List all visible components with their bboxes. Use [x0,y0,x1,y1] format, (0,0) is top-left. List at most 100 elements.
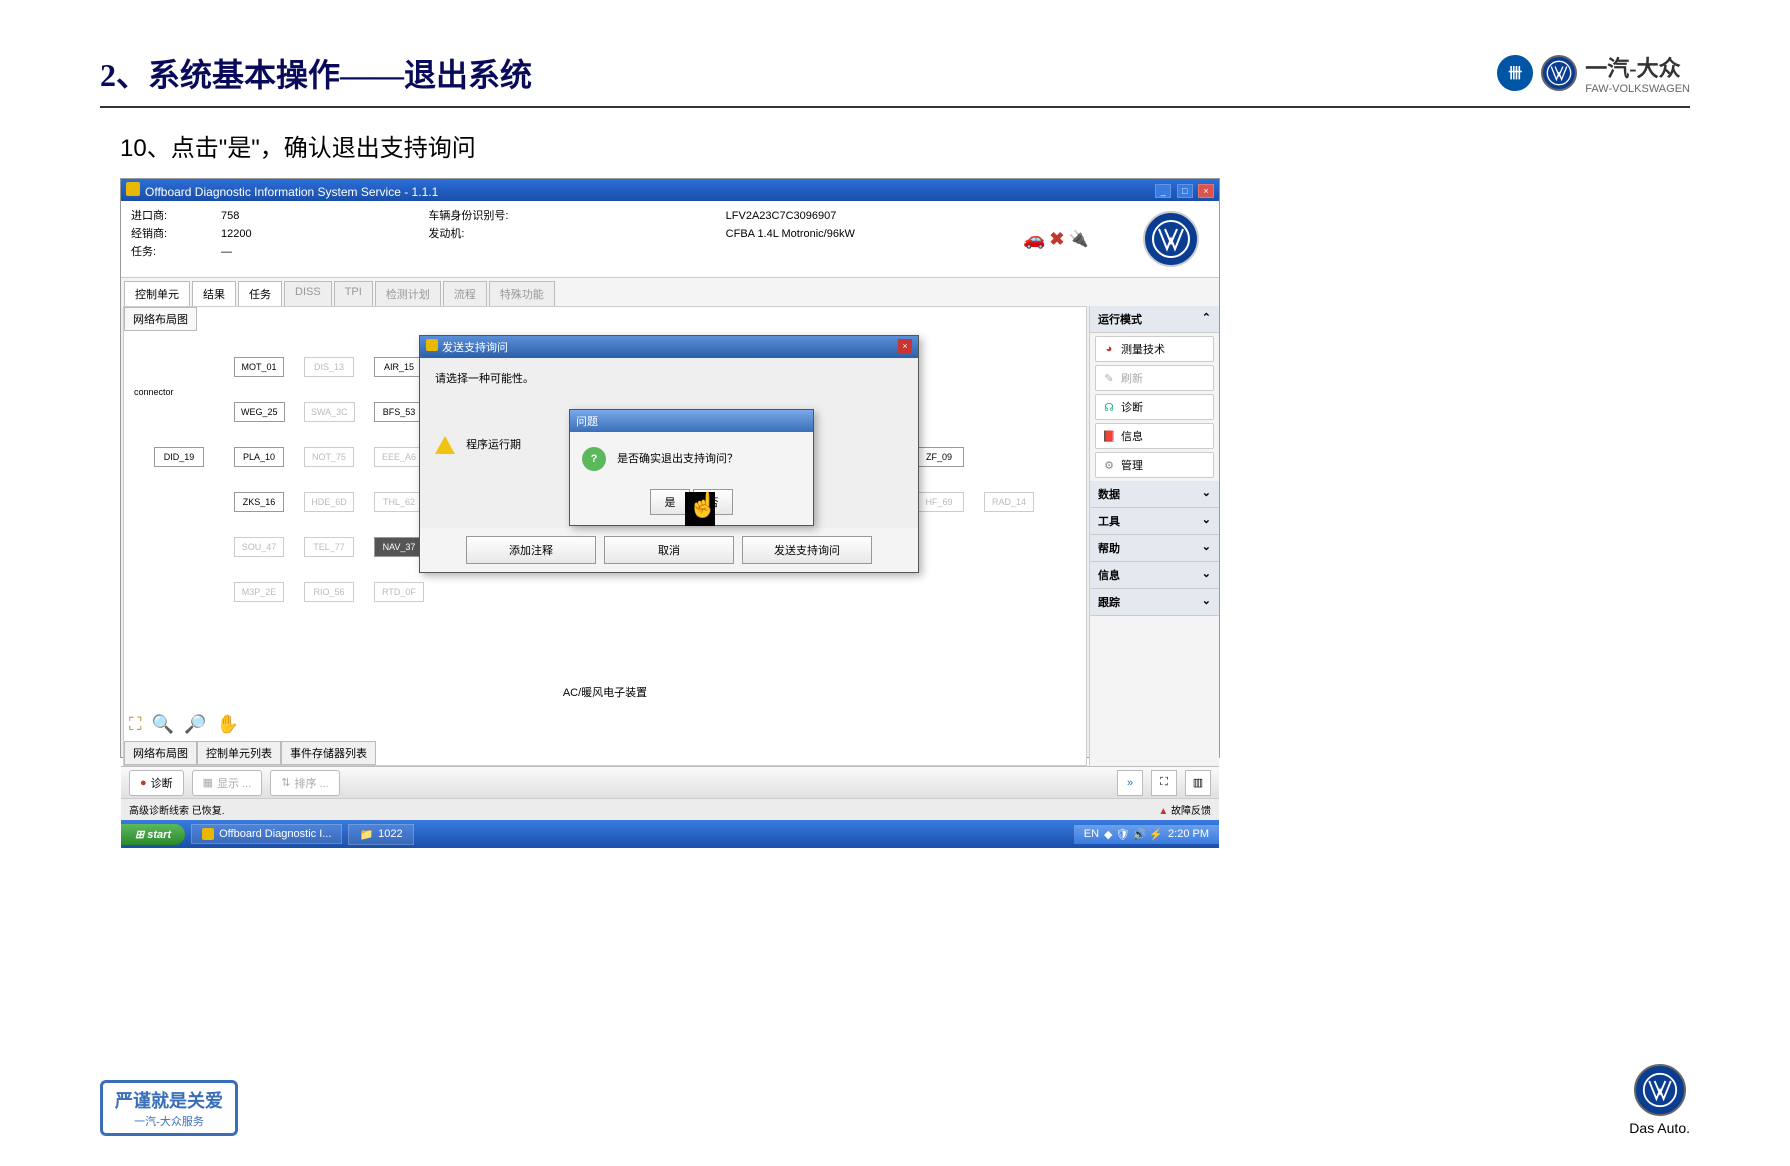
system-tray[interactable]: EN ◆ 🛡 🔊 ⚡ 2:20 PM [1074,825,1219,844]
send-support-button[interactable]: 发送支持询问 [742,536,872,564]
sp-measure[interactable]: ◕测量技术 [1095,336,1214,362]
help-header[interactable]: 帮助⌄ [1090,535,1219,562]
slogan-badge: 严谨就是关爱 一汽-大众服务 [100,1080,238,1136]
slogan-line1: 严谨就是关爱 [115,1087,223,1113]
node-rad14[interactable]: RAD_14 [984,492,1034,512]
tab-diss[interactable]: DISS [284,281,332,306]
vw-logo-icon [1541,55,1577,91]
das-auto: Das Auto. [1629,1120,1690,1136]
status-expand-button[interactable]: ⛶ [1151,770,1177,796]
footer-vw-logo-icon [1634,1064,1686,1116]
node-air15[interactable]: AIR_15 [374,357,424,377]
node-not75[interactable]: NOT_75 [304,447,354,467]
node-zks16[interactable]: ZKS_16 [234,492,284,512]
tab-tpi[interactable]: TPI [334,281,373,306]
tab-testplan[interactable]: 检测计划 [375,281,441,306]
node-dis13[interactable]: DIS_13 [304,357,354,377]
node-hf69[interactable]: HF_69 [914,492,964,512]
vin-label: 车辆身份识别号: [428,207,538,225]
node-m3p2e[interactable]: M3P_2E [234,582,284,602]
tab-tasks[interactable]: 任务 [238,281,282,306]
node-rtd0f[interactable]: RTD_0F [374,582,424,602]
windows-icon: ⊞ [135,829,144,841]
status-forward-button[interactable]: » [1117,770,1143,796]
tab-results[interactable]: 结果 [192,281,236,306]
node-mot01[interactable]: MOT_01 [234,357,284,377]
status-chart-button[interactable]: ▥ [1185,770,1211,796]
view-tabs: 网络布局图 控制单元列表 事件存储器列表 [124,741,376,765]
node-did19[interactable]: DID_19 [154,447,204,467]
node-zf09[interactable]: ZF_09 [914,447,964,467]
sp-manage[interactable]: ⚙管理 [1095,452,1214,478]
dealer-label: 经销商: [131,225,221,243]
forward-icon: » [1127,777,1133,789]
node-pla10[interactable]: PLA_10 [234,447,284,467]
view-tab-network[interactable]: 网络布局图 [124,741,197,765]
window-controls[interactable]: _ □ × [1153,183,1214,198]
node-hde6d[interactable]: HDE_6D [304,492,354,512]
tray-time: 2:20 PM [1168,828,1209,840]
node-rio56[interactable]: RIO_56 [304,582,354,602]
status-sort-button[interactable]: ⇅排序 ... [270,770,339,796]
node-tel77[interactable]: TEL_77 [304,537,354,557]
confirm-dialog: 问题 ? 是否确实退出支持询问？ 是 否 [569,409,814,526]
view-tab-events[interactable]: 事件存储器列表 [281,741,376,765]
node-eeea6[interactable]: EEE_A6 [374,447,424,467]
mode-header[interactable]: 运行模式⌃ [1090,306,1219,333]
app-screenshot: Offboard Diagnostic Information System S… [120,178,1220,758]
view-tab-ecu-list[interactable]: 控制单元列表 [197,741,281,765]
status-display-button[interactable]: ▦显示 ... [192,770,263,796]
taskbar-app[interactable]: Offboard Diagnostic I... [191,824,342,844]
node-sou47[interactable]: SOU_47 [234,537,284,557]
confirm-message: 是否确实退出支持询问？ [617,453,738,465]
trace-header[interactable]: 跟踪⌄ [1090,589,1219,616]
dealer-value: 12200 [221,228,252,240]
info2-header[interactable]: 信息⌄ [1090,562,1219,589]
slogan-line2: 一汽-大众服务 [115,1113,223,1129]
sp-diagnose[interactable]: ☊诊断 [1095,394,1214,420]
fault-feedback: 故障反馈 [1171,806,1211,817]
tab-special[interactable]: 特殊功能 [489,281,555,306]
sp-info[interactable]: 📕信息 [1095,423,1214,449]
status-message: 高级诊断线索 已恢复. [129,802,225,817]
alert-icon: ▲ [1158,806,1168,817]
outer-dialog-close[interactable]: × [898,339,912,353]
tools-header[interactable]: 工具⌄ [1090,508,1219,535]
data-header[interactable]: 数据⌄ [1090,481,1219,508]
expand-icon: ⛶ [1160,776,1168,789]
yes-button[interactable]: 是 [650,489,690,515]
status-bar: ●诊断 ▦显示 ... ⇅排序 ... » ⛶ ▥ [121,766,1219,798]
node-swa3c[interactable]: SWA_3C [304,402,355,422]
tab-flow[interactable]: 流程 [443,281,487,306]
info-bar: 进口商:758 经销商:12200 任务:— 车辆身份识别号: 发动机: LFV… [121,201,1219,278]
chart-icon: ▥ [1193,776,1203,789]
add-comment-button[interactable]: 添加注释 [466,536,596,564]
footer-vw: Das Auto. [1629,1064,1690,1136]
cancel-button[interactable]: 取消 [604,536,734,564]
sort-icon: ⇅ [281,776,290,789]
status-diagnose-button[interactable]: ●诊断 [129,770,184,796]
start-button[interactable]: ⊞ start [121,824,185,845]
engine-label: 发动机: [428,225,538,243]
tab-control-unit[interactable]: 控制单元 [124,281,190,306]
hand-tool-icon[interactable]: ✋ [216,714,238,735]
gear-icon: ⚙ [1102,458,1116,472]
zoom-fit-icon[interactable]: ⛶ [129,714,142,735]
node-bfs53[interactable]: BFS_53 [374,402,424,422]
canvas-toolbar: ⛶ 🔍 🔎 ✋ [129,714,239,735]
network-canvas: 网络布局图 connector MOT_01 DIS_13 AIR_15 WEG… [123,306,1087,766]
taskbar-folder[interactable]: 📁1022 [348,824,413,845]
dot-icon: ● [140,777,147,789]
maximize-button[interactable]: □ [1177,184,1193,198]
zoom-in-icon[interactable]: 🔍 [152,714,174,735]
node-thl62[interactable]: THL_62 [374,492,424,512]
brush-icon: ✎ [1102,371,1116,385]
tray-lang[interactable]: EN [1084,828,1099,840]
close-button[interactable]: × [1198,184,1214,198]
node-nav37[interactable]: NAV_37 [374,537,424,557]
minimize-button[interactable]: _ [1155,184,1171,198]
outer-dialog-running: 程序运行期 [466,439,521,451]
sp-refresh[interactable]: ✎刷新 [1095,365,1214,391]
zoom-tool-icon[interactable]: 🔎 [184,714,206,735]
node-weg25[interactable]: WEG_25 [234,402,285,422]
